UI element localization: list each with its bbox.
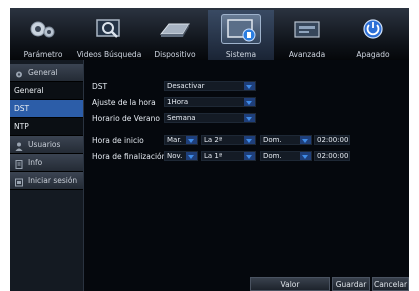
sidebar-item-general[interactable]: General bbox=[10, 82, 83, 100]
sidebar-item-dst[interactable]: DST bbox=[10, 100, 83, 118]
chevron-down-icon bbox=[186, 136, 197, 144]
adjust-time-label: Ajuste de la hora bbox=[92, 98, 156, 107]
chevron-down-icon bbox=[186, 152, 197, 160]
search-video-icon bbox=[89, 14, 129, 44]
tab-apagado[interactable]: Apagado bbox=[340, 10, 406, 60]
sidebar-item-label: General bbox=[14, 86, 44, 95]
chevron-down-icon bbox=[244, 82, 255, 90]
end-week-select[interactable]: La 1ª bbox=[201, 151, 256, 161]
end-month-value: Nov. bbox=[167, 152, 183, 160]
tab-label: Videos Búsqueda bbox=[76, 50, 142, 59]
cancel-button[interactable]: Cancelar bbox=[372, 277, 409, 291]
advanced-icon bbox=[287, 14, 327, 44]
dst-settings-panel: DST Desactivar Ajuste de la hora 1Hora H… bbox=[84, 60, 409, 291]
default-button[interactable]: Valor predeterminado bbox=[250, 277, 330, 291]
top-navigation: Parámetro Videos Búsqueda Dispositivo Si… bbox=[10, 8, 409, 60]
start-time-label: Hora de inicio bbox=[92, 136, 144, 145]
chevron-down-icon bbox=[300, 136, 311, 144]
dst-select-value: Desactivar bbox=[167, 82, 205, 90]
sidebar-item-ntp[interactable]: NTP bbox=[10, 118, 83, 136]
gear-icon bbox=[15, 68, 23, 78]
end-day-select[interactable]: Dom. bbox=[260, 151, 312, 161]
sidebar-group-label: General bbox=[28, 68, 58, 77]
info-icon bbox=[15, 158, 23, 169]
chevron-down-icon bbox=[300, 152, 311, 160]
tab-avanzada[interactable]: Avanzada bbox=[274, 10, 340, 60]
start-time-value: 02:00:00 bbox=[317, 136, 349, 144]
end-week-value: La 1ª bbox=[204, 152, 223, 160]
sidebar-item-iniciar-sesion[interactable]: Iniciar sesión bbox=[10, 172, 83, 190]
tab-videos-busqueda[interactable]: Videos Búsqueda bbox=[76, 10, 142, 60]
dst-select[interactable]: Desactivar bbox=[164, 81, 256, 91]
summer-time-select[interactable]: Semana bbox=[164, 113, 256, 123]
start-day-value: Dom. bbox=[263, 136, 282, 144]
summer-time-value: Semana bbox=[167, 114, 196, 122]
tab-parametro[interactable]: Parámetro bbox=[10, 10, 76, 60]
start-week-select[interactable]: La 2ª bbox=[201, 135, 256, 145]
power-icon bbox=[353, 14, 393, 44]
adjust-time-select[interactable]: 1Hora bbox=[164, 97, 256, 107]
sidebar-group-general[interactable]: General bbox=[10, 64, 83, 82]
gears-icon bbox=[23, 14, 63, 44]
sidebar-item-label: Iniciar sesión bbox=[28, 176, 78, 185]
tab-label: Apagado bbox=[356, 50, 390, 59]
end-day-value: Dom. bbox=[263, 152, 282, 160]
sidebar-item-label: Info bbox=[28, 158, 43, 167]
start-month-select[interactable]: Mar. bbox=[164, 135, 198, 145]
log-icon bbox=[15, 176, 23, 187]
sidebar-item-usuarios[interactable]: Usuarios bbox=[10, 136, 83, 154]
sidebar-item-info[interactable]: Info bbox=[10, 154, 83, 172]
hard-disk-icon bbox=[155, 14, 195, 44]
chevron-down-icon bbox=[244, 152, 255, 160]
chevron-down-icon bbox=[244, 114, 255, 122]
tab-label: Parámetro bbox=[23, 50, 63, 59]
adjust-time-value: 1Hora bbox=[167, 98, 189, 106]
end-time-input[interactable]: 02:00:00 bbox=[314, 151, 350, 161]
user-icon bbox=[15, 140, 23, 151]
dst-label: DST bbox=[92, 82, 108, 91]
start-time-input[interactable]: 02:00:00 bbox=[314, 135, 350, 145]
start-week-value: La 2ª bbox=[204, 136, 223, 144]
tab-label: Dispositivo bbox=[154, 50, 196, 59]
dvr-settings-window: Parámetro Videos Búsqueda Dispositivo Si… bbox=[10, 8, 409, 291]
sidebar-item-label: Usuarios bbox=[28, 140, 61, 149]
end-time-value: 02:00:00 bbox=[317, 152, 349, 160]
end-month-select[interactable]: Nov. bbox=[164, 151, 198, 161]
sidebar-item-label: NTP bbox=[14, 122, 29, 131]
tab-label: Avanzada bbox=[288, 50, 326, 59]
system-monitor-icon bbox=[221, 14, 261, 44]
tab-dispositivo[interactable]: Dispositivo bbox=[142, 10, 208, 60]
sidebar: General General DST NTP Usuarios Info In… bbox=[10, 60, 84, 291]
chevron-down-icon bbox=[244, 98, 255, 106]
start-day-select[interactable]: Dom. bbox=[260, 135, 312, 145]
save-button[interactable]: Guardar bbox=[332, 277, 370, 291]
end-time-label: Hora de finalización bbox=[92, 152, 167, 161]
tab-label: Sistema bbox=[225, 50, 257, 59]
sidebar-item-label: DST bbox=[14, 104, 30, 113]
tab-sistema[interactable]: Sistema bbox=[208, 10, 274, 60]
start-month-value: Mar. bbox=[167, 136, 182, 144]
chevron-down-icon bbox=[244, 136, 255, 144]
summer-time-label: Horario de Verano bbox=[92, 114, 160, 123]
